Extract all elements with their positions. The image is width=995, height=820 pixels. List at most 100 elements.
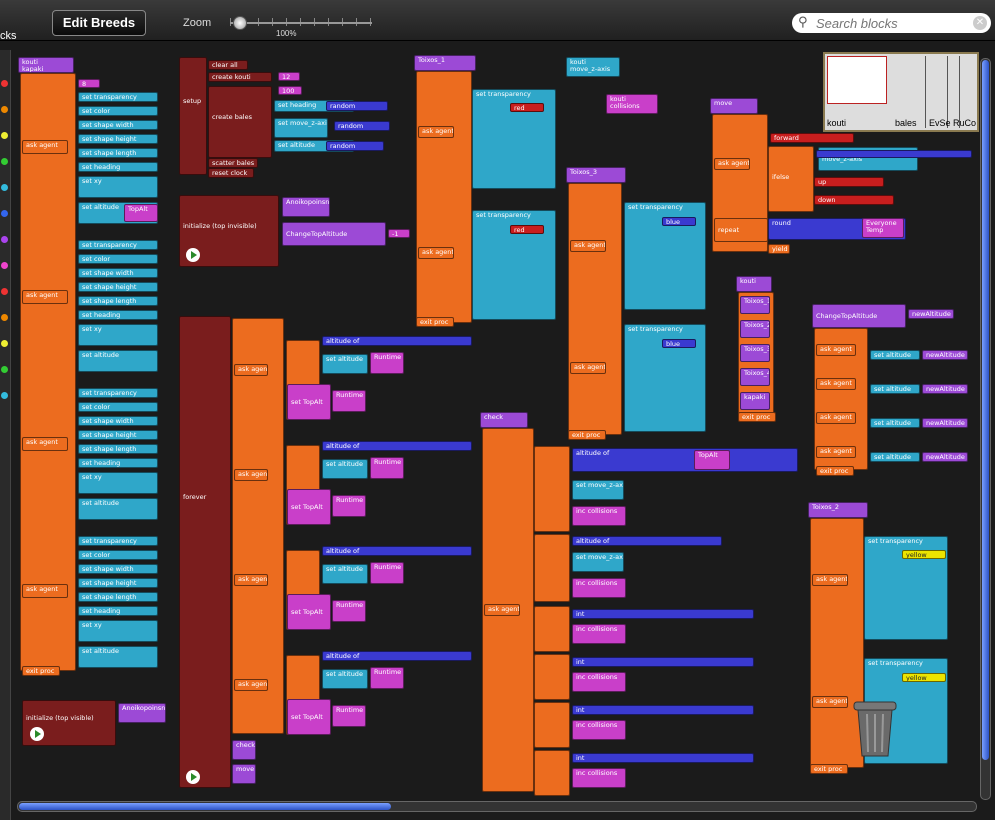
set-move-z-axis-block[interactable]: set move_z-axis: [274, 118, 328, 138]
palette-dot[interactable]: [1, 392, 8, 399]
horizontal-scroll-thumb[interactable]: [19, 803, 391, 810]
get-newaltitude[interactable]: newAltitude: [922, 384, 968, 394]
runtime-volume[interactable]: Runtime: [332, 705, 366, 727]
ask-agent-block[interactable]: ask agent: [570, 362, 606, 374]
set-altitude-block[interactable]: set altitude: [78, 498, 158, 520]
xcor-compare[interactable]: int: [572, 657, 754, 667]
ifelse-block[interactable]: ifelse: [768, 146, 814, 212]
call-toixos-2[interactable]: Toixos_2: [740, 320, 770, 338]
set-altitude-block[interactable]: set altitude: [870, 350, 920, 360]
number-block[interactable]: 100: [278, 86, 302, 95]
set-altitude-block[interactable]: set altitude: [78, 646, 158, 668]
runtime-volume[interactable]: Runtime: [332, 390, 366, 412]
ycor-compare[interactable]: int: [572, 753, 754, 763]
set-transparency-block[interactable]: set transparency: [78, 388, 158, 398]
altitude-compare[interactable]: altitude of: [322, 441, 472, 451]
set-shape-width-block[interactable]: set shape width: [78, 416, 158, 426]
exit-proc-block[interactable]: exit proc: [568, 430, 606, 440]
set-altitude-block[interactable]: set altitude: [870, 384, 920, 394]
set-topalt-block[interactable]: set TopAlt: [287, 489, 331, 525]
workspace-minimap[interactable]: kouti bales EvSe RuCo: [823, 52, 979, 132]
up-block[interactable]: up: [814, 177, 884, 187]
if-block[interactable]: [534, 654, 570, 700]
move-z-axis-getter[interactable]: kouti move_z-axis: [566, 57, 620, 77]
xcor-compare[interactable]: int: [572, 609, 754, 619]
set-altitude-block[interactable]: set altitude: [870, 418, 920, 428]
procedure-anoikopoinsn[interactable]: kouti: [736, 276, 772, 292]
procedure-body[interactable]: [568, 183, 622, 435]
number-block[interactable]: -1: [388, 229, 410, 238]
runtime-volume[interactable]: Runtime: [332, 600, 366, 622]
zoom-slider-track[interactable]: [230, 22, 372, 24]
set-altitude-block[interactable]: set altitude: [322, 354, 368, 374]
everyone-temp[interactable]: Everyone Temp: [862, 218, 904, 238]
exit-proc-block[interactable]: exit proc: [416, 317, 454, 327]
palette-dot[interactable]: [1, 210, 8, 217]
vertical-scroll-thumb[interactable]: [982, 60, 989, 760]
ask-agent-block[interactable]: ask agent: [816, 378, 856, 390]
ycor-compare[interactable]: int: [572, 705, 754, 715]
if-block[interactable]: [534, 534, 570, 602]
ask-agent-block[interactable]: ask agent: [22, 437, 68, 451]
set-xy-block[interactable]: set xy: [78, 324, 158, 346]
ask-agent-block[interactable]: ask agent: [234, 364, 268, 376]
ask-agent-block[interactable]: ask agent: [812, 696, 848, 708]
inc-collisions-block[interactable]: inc collisions: [572, 720, 626, 740]
procedure-check[interactable]: check: [480, 412, 528, 428]
inc-collisions-block[interactable]: inc collisions: [572, 578, 626, 598]
get-newaltitude[interactable]: newAltitude: [922, 350, 968, 360]
ask-agent-block[interactable]: ask agent: [816, 412, 856, 424]
set-altitude-block[interactable]: set altitude: [322, 564, 368, 584]
ask-agent-block[interactable]: ask agent: [418, 247, 454, 259]
palette-dot[interactable]: [1, 80, 8, 87]
set-transparency-block[interactable]: set transparency: [78, 92, 158, 102]
ask-agent-block[interactable]: ask agent: [418, 126, 454, 138]
repeat-block[interactable]: repeat: [714, 218, 768, 242]
altitude-compare[interactable]: altitude of: [322, 651, 472, 661]
color-blue[interactable]: blue: [662, 217, 696, 226]
create-bales-block[interactable]: create bales: [208, 86, 272, 158]
palette-dot[interactable]: [1, 314, 8, 321]
horizontal-scrollbar[interactable]: [17, 801, 977, 812]
search-input[interactable]: [814, 15, 973, 32]
inc-collisions-block[interactable]: inc collisions: [572, 768, 626, 788]
random-block[interactable]: random: [326, 101, 388, 111]
if-block[interactable]: [534, 446, 570, 532]
number-block[interactable]: 12: [278, 72, 300, 81]
set-heading-block[interactable]: set heading: [78, 162, 158, 172]
breed-block-kouti-kapaki[interactable]: kouti kapaki: [18, 57, 74, 73]
call-move[interactable]: move: [232, 764, 256, 784]
if-block[interactable]: [534, 606, 570, 652]
ask-agent-group[interactable]: [232, 318, 284, 734]
topalt-getter[interactable]: TopAlt: [694, 450, 730, 470]
palette-strip[interactable]: [0, 50, 11, 820]
color-red[interactable]: red: [510, 225, 544, 234]
ask-agent-block[interactable]: ask agent: [22, 290, 68, 304]
ask-agent-block[interactable]: ask agent: [234, 679, 268, 691]
random-block[interactable]: random: [334, 121, 390, 131]
set-shape-height-block[interactable]: set shape height: [78, 430, 158, 440]
call-changetopaltitude[interactable]: ChangeTopAltitude: [282, 222, 386, 246]
palette-dot[interactable]: [1, 262, 8, 269]
palette-dot[interactable]: [1, 340, 8, 347]
set-transparency-block[interactable]: set transparency: [78, 536, 158, 546]
palette-dot[interactable]: [1, 288, 8, 295]
scatter-bales-block[interactable]: scatter bales: [208, 158, 258, 168]
compare-block[interactable]: altitude of: [572, 448, 798, 472]
altitude-compare[interactable]: altitude of: [322, 336, 472, 346]
forward-block[interactable]: forward: [770, 133, 854, 143]
setup-block[interactable]: setup: [179, 57, 207, 175]
set-xy-block[interactable]: set xy: [78, 176, 158, 198]
set-shape-height-block[interactable]: set shape height: [78, 282, 158, 292]
ask-agent-block[interactable]: ask agent: [234, 574, 268, 586]
procedure-toixos-3[interactable]: Toixos_3: [566, 167, 626, 183]
runtime-volume[interactable]: Runtime: [370, 457, 404, 479]
ask-agent-block[interactable]: ask agent: [234, 469, 268, 481]
procedure-body[interactable]: [20, 73, 76, 671]
runtime-volume[interactable]: Runtime: [370, 562, 404, 584]
procedure-changetopaltitude[interactable]: ChangeTopAltitude: [812, 304, 906, 328]
minimap-viewport[interactable]: [827, 56, 887, 104]
clear-icon[interactable]: ✕: [973, 16, 987, 30]
ask-agent-block[interactable]: ask agent: [714, 158, 750, 170]
set-altitude-block[interactable]: set altitude: [78, 350, 158, 372]
